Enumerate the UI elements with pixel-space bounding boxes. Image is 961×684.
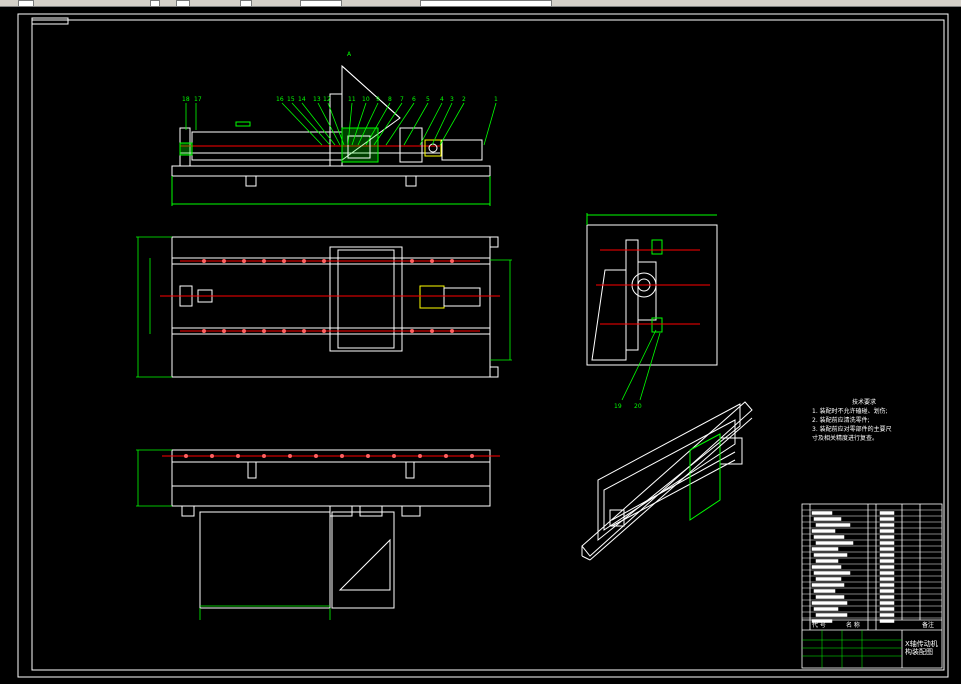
elevation-view: [162, 449, 500, 609]
corner-tab: [31, 17, 69, 25]
balloon-labels-side: 19 20: [614, 403, 642, 410]
parts-list-cell-text: [879, 523, 895, 527]
drawing-frame: [31, 19, 945, 671]
parts-list-cell-text: [879, 595, 895, 599]
linetype-icon[interactable]: [300, 0, 342, 7]
balloon-11: 11: [348, 96, 356, 103]
balloon-13: 13: [313, 96, 321, 103]
parts-list-cell-text: [815, 541, 854, 545]
parts-list-cell-text: [879, 541, 895, 545]
isometric-view: [581, 401, 753, 561]
cad-toolbar: [0, 0, 961, 7]
technical-notes: 技术要求 1. 装配时不允许磕碰、划伤; 2. 装配前应清洗零件; 3. 装配前…: [812, 398, 924, 443]
parts-list-cell-text: [879, 511, 895, 515]
layer-icon[interactable]: [176, 0, 190, 7]
parts-list-cell-text: [879, 547, 895, 551]
parts-list-cell-text: [879, 619, 895, 623]
plan-view: [160, 236, 500, 378]
parts-list-cell-text: [879, 589, 895, 593]
parts-list-cell-text: [811, 529, 836, 533]
leader-lines-top: [185, 102, 497, 146]
balloon-18: 18: [182, 96, 190, 103]
parts-list-cell-text: [811, 583, 845, 587]
balloon-20: 20: [634, 403, 642, 410]
balloon-14: 14: [298, 96, 306, 103]
title-block-grid-bottom: [802, 630, 902, 668]
parts-list-cell-text: [879, 601, 895, 605]
parts-list-cell-text: [811, 565, 842, 569]
title-block-col-name: 名 称: [846, 622, 860, 629]
parts-list-cell-text: [811, 547, 839, 551]
balloon-2: 2: [462, 96, 466, 103]
balloon-4: 4: [440, 96, 444, 103]
title-block-col-code: 代 号: [812, 622, 826, 629]
parts-list-cell-text: [879, 583, 895, 587]
parts-list-cell-text: [813, 535, 845, 539]
balloon-labels-top: 18 17 16 15 14 13 12 11 10 9 8 7 6 5 4 3…: [182, 51, 498, 103]
file-icon[interactable]: [18, 0, 34, 7]
sheet-border: [17, 13, 949, 678]
parts-list-cell-text: [811, 601, 848, 605]
parts-list-cell-text: [813, 553, 848, 557]
dropdown-arrow-icon[interactable]: [150, 0, 160, 7]
parts-list-cell-text: [879, 565, 895, 569]
balloon-15: 15: [287, 96, 295, 103]
parts-list-cell-text: [813, 571, 851, 575]
balloon-1: 1: [494, 96, 498, 103]
parts-list-cell-text: [813, 589, 836, 593]
parts-list-cell-text: [879, 613, 895, 617]
balloon-10: 10: [362, 96, 370, 103]
balloon-3: 3: [450, 96, 454, 103]
lineweight-icon[interactable]: [420, 0, 552, 7]
parts-list-cell-text: [811, 511, 833, 515]
parts-list-cell-text: [815, 523, 851, 527]
drawing-title: X轴传动机 构装配图: [905, 640, 938, 656]
balloon-12: 12: [323, 96, 331, 103]
balloon-17: 17: [194, 96, 202, 103]
parts-list-cell-text: [815, 559, 839, 563]
drawing-title-line1: X轴传动机: [905, 640, 938, 648]
balloon-7: 7: [400, 96, 404, 103]
parts-list-cell-text: [879, 577, 895, 581]
balloon-5: 5: [426, 96, 430, 103]
balloon-8: 8: [388, 96, 392, 103]
note-item-3: 3. 装配前应对零部件的主要尺: [812, 426, 892, 433]
title-block-rows: [802, 509, 942, 623]
side-section-view: [586, 213, 718, 366]
parts-list-cell-text: [879, 571, 895, 575]
balloon-6: 6: [412, 96, 416, 103]
balloon-19: 19: [614, 403, 622, 410]
cad-drawing: 18 17 16 15 14 13 12 11 10 9 8 7 6 5 4 3…: [17, 13, 949, 678]
balloon-9: 9: [376, 96, 380, 103]
balloon-16: 16: [276, 96, 284, 103]
parts-list-cell-text: [879, 559, 895, 563]
color-icon[interactable]: [240, 0, 252, 7]
parts-list-cell-text: [879, 529, 895, 533]
drawing-title-line2: 构装配图: [905, 648, 933, 656]
note-item-1: 1. 装配时不允许磕碰、划伤;: [812, 408, 888, 415]
parts-list-cell-text: [879, 607, 895, 611]
parts-list-cell-text: [879, 553, 895, 557]
drawing-canvas[interactable]: 18 17 16 15 14 13 12 11 10 9 8 7 6 5 4 3…: [0, 7, 961, 680]
parts-list-cell-text: [879, 535, 895, 539]
note-item-4: 寸及相关精度进行复查。: [812, 435, 879, 442]
parts-list-cell-text: [813, 607, 839, 611]
elevation-dimensions: [136, 449, 331, 620]
parts-list-cell-text: [815, 577, 842, 581]
note-item-2: 2. 装配前应清洗零件;: [812, 417, 870, 424]
notes-title: 技术要求: [852, 399, 877, 406]
title-block-col-note: 备注: [922, 622, 935, 629]
section-label: A: [347, 51, 352, 58]
front-section-view: [171, 64, 491, 206]
parts-list-cell-text: [813, 517, 842, 521]
parts-list-cell-text: [879, 517, 895, 521]
parts-list-cell-text: [815, 595, 845, 599]
parts-list-cell-text: [815, 613, 848, 617]
